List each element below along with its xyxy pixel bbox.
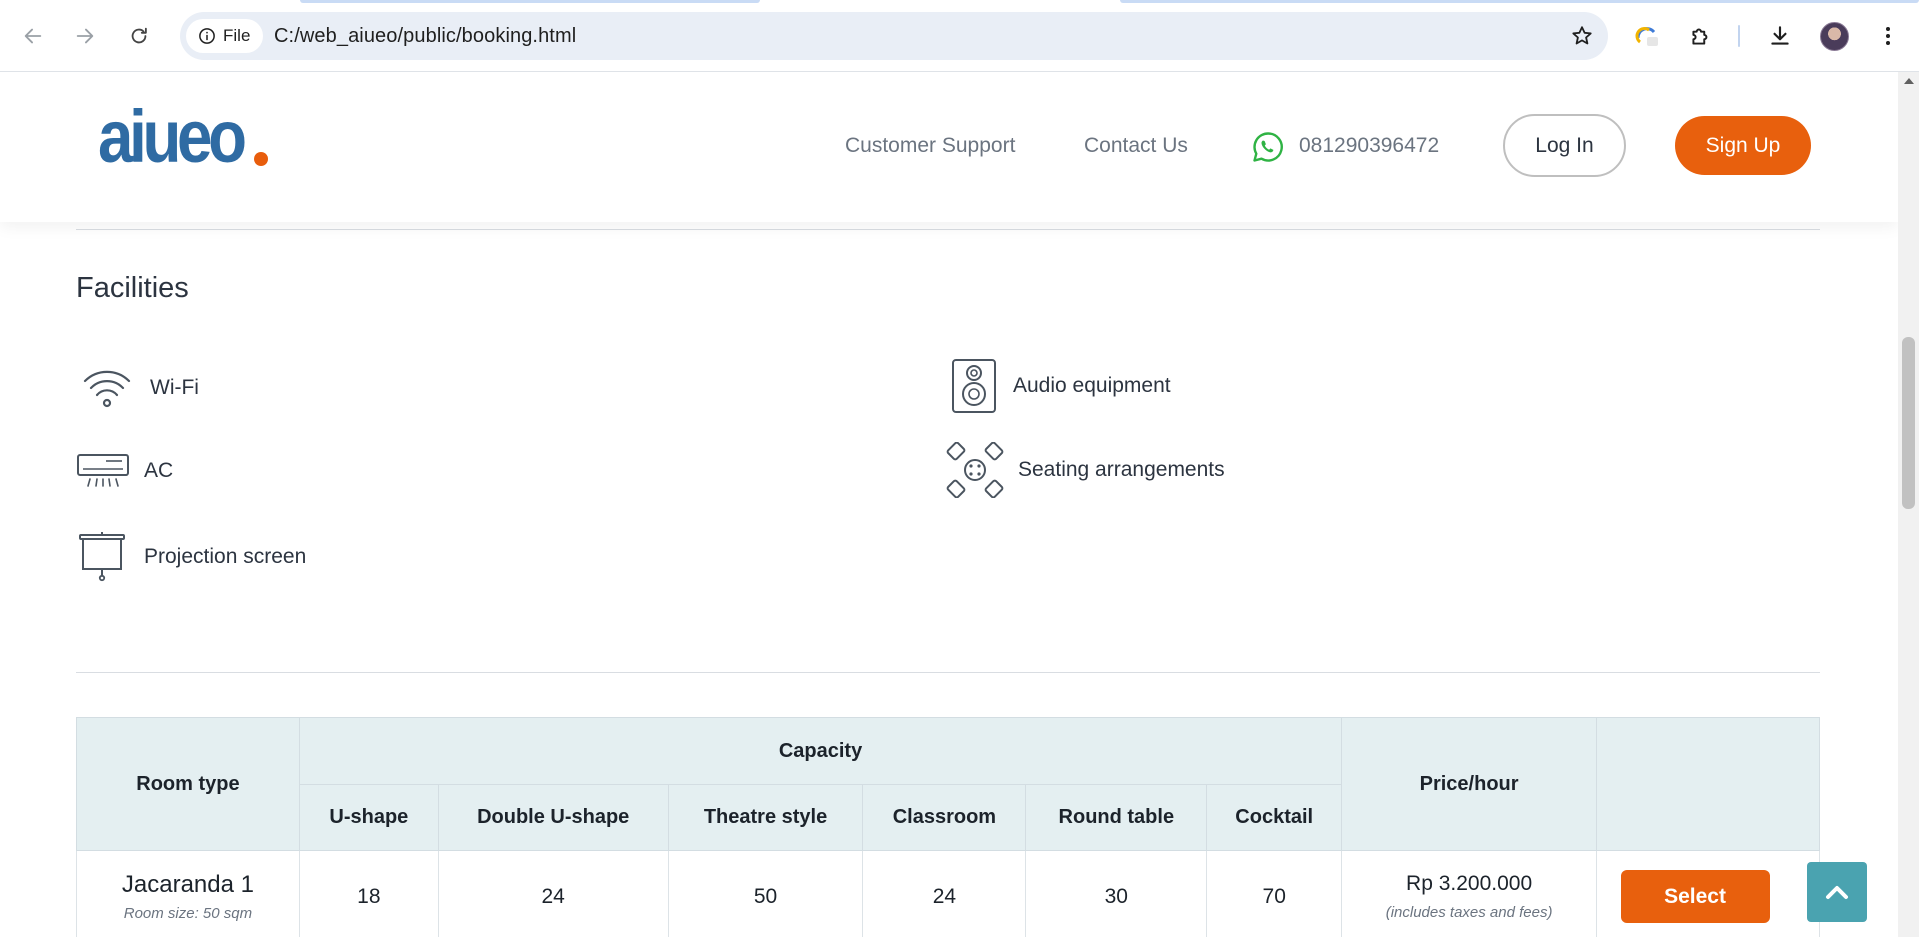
bookmark-star-icon[interactable]: [1570, 24, 1594, 48]
facility-audio-equipment: Audio equipment: [951, 358, 1171, 414]
phone-number[interactable]: 081290396472: [1299, 134, 1439, 158]
page-viewport: aiueo Customer Support Contact Us 081290…: [0, 72, 1898, 937]
back-to-top-button[interactable]: [1807, 862, 1867, 922]
arrow-left-icon: [24, 28, 42, 44]
profile-avatar[interactable]: [1820, 22, 1849, 51]
extensions-puzzle-icon[interactable]: [1687, 22, 1715, 50]
browser-toolbar: File C:/web_aiueo/public/booking.html: [0, 0, 1919, 72]
projection-screen-icon: [79, 532, 125, 582]
header-double-u-shape: Double U-shape: [437, 784, 669, 851]
logo-dot: [254, 152, 269, 166]
file-chip-label: File: [223, 26, 251, 45]
speaker-icon: [952, 359, 996, 413]
facility-label: AC: [144, 459, 174, 482]
logo-wordmark: aiueo: [98, 95, 247, 178]
action-cell: Select: [1596, 850, 1820, 937]
header-room-type: Room type: [76, 717, 300, 851]
login-button[interactable]: Log In: [1503, 114, 1626, 177]
address-bar[interactable]: File C:/web_aiueo/public/booking.html: [180, 12, 1608, 60]
section-divider: [76, 672, 1820, 673]
capacity-cocktail: 70: [1206, 850, 1343, 937]
scroll-up-arrow-icon[interactable]: [1904, 78, 1914, 84]
facility-wifi: Wi-Fi: [82, 367, 199, 409]
facility-label: Seating arrangements: [1018, 458, 1225, 481]
tab-indicator: [300, 0, 760, 3]
capacity-u-shape: 18: [298, 850, 439, 937]
site-logo[interactable]: aiueo: [98, 95, 269, 178]
header-round-table: Round table: [1025, 784, 1208, 851]
facility-seating-arrangements: Seating arrangements: [946, 442, 1225, 498]
reload-button[interactable]: [123, 20, 155, 52]
nav-customer-support[interactable]: Customer Support: [845, 134, 1015, 158]
page-scrollbar[interactable]: [1898, 72, 1919, 937]
forward-button[interactable]: [69, 20, 101, 52]
scrollbar-thumb[interactable]: [1902, 337, 1915, 509]
room-capacity-table: Room type Capacity Price/hour U-shape Do…: [76, 717, 1820, 937]
nav-contact-us[interactable]: Contact Us: [1084, 134, 1188, 158]
reload-icon: [131, 27, 147, 44]
capacity-theatre-style: 50: [667, 850, 864, 937]
price-value: Rp 3.200.000: [1406, 872, 1533, 895]
facilities-title: Facilities: [76, 272, 189, 304]
section-divider: [76, 229, 1820, 230]
room-name: Jacaranda 1: [121, 871, 254, 898]
header-u-shape: U-shape: [298, 784, 439, 851]
facility-ac: AC: [76, 453, 173, 489]
header-theatre-style: Theatre style: [667, 784, 864, 851]
air-conditioner-icon: [77, 454, 129, 487]
price-note: (includes taxes and fees): [1385, 904, 1553, 921]
header-classroom: Classroom: [862, 784, 1027, 851]
tab-indicator: [1120, 0, 1919, 3]
wifi-icon: [83, 370, 131, 408]
table-row: Jacaranda 1 Room size: 50 sqm 18 24 50 2…: [76, 850, 1820, 937]
facility-label: Audio equipment: [1013, 374, 1171, 397]
signup-button[interactable]: Sign Up: [1675, 116, 1811, 175]
facility-label: Wi-Fi: [150, 376, 199, 399]
capacity-classroom: 24: [862, 850, 1027, 937]
back-button[interactable]: [17, 20, 49, 52]
site-header: aiueo Customer Support Contact Us 081290…: [0, 72, 1898, 222]
price-cell: Rp 3.200.000 (includes taxes and fees): [1341, 850, 1597, 937]
downloads-icon[interactable]: [1766, 22, 1794, 50]
whatsapp-icon[interactable]: [1251, 130, 1285, 164]
tab-strip: [0, 0, 1919, 4]
header-action: [1596, 717, 1820, 851]
capacity-round-table: 30: [1025, 850, 1208, 937]
header-capacity: Capacity: [298, 717, 1343, 785]
select-room-button[interactable]: Select: [1620, 870, 1770, 923]
room-size: Room size: 50 sqm: [123, 905, 253, 922]
site-info-chip[interactable]: File: [186, 19, 264, 53]
room-type-cell: Jacaranda 1 Room size: 50 sqm: [76, 850, 300, 937]
header-cocktail: Cocktail: [1206, 784, 1343, 851]
kebab-menu-icon[interactable]: [1874, 22, 1902, 50]
seating-icon: [946, 442, 1004, 498]
url-text[interactable]: C:/web_aiueo/public/booking.html: [274, 25, 576, 48]
info-icon: [199, 28, 215, 44]
capacity-double-u-shape: 24: [437, 850, 669, 937]
toolbar-separator: [1738, 25, 1740, 47]
arrow-right-icon: [76, 28, 94, 44]
header-price: Price/hour: [1341, 717, 1597, 851]
chevron-up-icon: [1826, 886, 1848, 899]
extension-palette-icon[interactable]: [1633, 22, 1661, 50]
facility-label: Projection screen: [144, 545, 307, 568]
facility-projection-screen: Projection screen: [78, 532, 306, 582]
